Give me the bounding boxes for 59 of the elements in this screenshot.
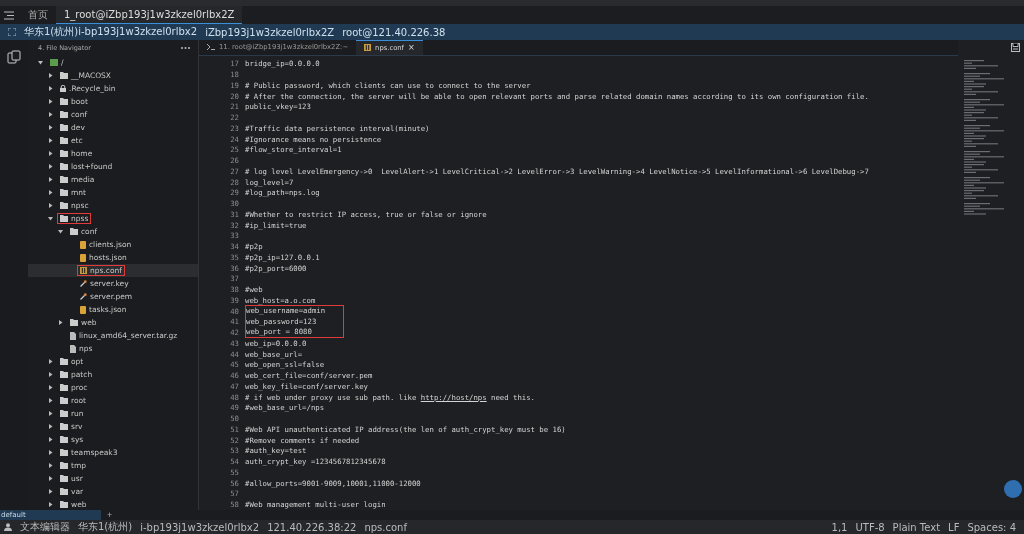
expand-arrow-icon[interactable]	[48, 411, 53, 416]
status-item: 文本编辑器	[20, 520, 70, 534]
expand-arrow-icon[interactable]	[48, 86, 53, 91]
expand-arrow-icon[interactable]	[48, 190, 53, 195]
expand-arrow-icon[interactable]	[48, 502, 53, 507]
breadcrumb-item: 华东1(杭州)i-bp193j1w3zkzel0rlbx2	[24, 25, 198, 39]
expand-arrow-icon[interactable]	[48, 177, 53, 182]
expand-arrow-icon[interactable]	[48, 125, 53, 130]
status-item[interactable]: Plain Text	[892, 521, 941, 533]
user-icon	[4, 523, 12, 531]
expand-arrow-icon[interactable]	[48, 424, 53, 429]
file-icon	[364, 44, 372, 52]
expand-arrow-icon[interactable]	[48, 385, 53, 390]
files-icon[interactable]	[7, 50, 21, 64]
breadcrumb-item: root@121.40.226.38	[342, 26, 446, 38]
expand-arrow-icon[interactable]	[48, 164, 53, 169]
expand-arrow-icon[interactable]	[58, 320, 63, 325]
status-item: 华东1(杭州)	[78, 520, 133, 534]
expand-arrow-icon[interactable]	[58, 229, 63, 234]
breadcrumb-item: iZbp193j1w3zkzel0rlbx2Z	[205, 26, 335, 38]
key-icon	[80, 280, 87, 287]
expand-arrow-icon[interactable]	[48, 151, 53, 156]
expand-arrow-icon[interactable]	[48, 437, 53, 442]
status-item: 121.40.226.38:22	[267, 521, 357, 533]
folder-icon	[70, 319, 78, 326]
window-tab[interactable]: 首页	[20, 6, 56, 24]
status-item[interactable]: LF	[948, 521, 960, 533]
expand-icon[interactable]	[8, 28, 16, 36]
expand-arrow-icon[interactable]	[48, 138, 53, 143]
expand-arrow-icon[interactable]	[48, 372, 53, 377]
folder-icon	[60, 72, 68, 79]
status-item: nps.conf	[364, 521, 407, 533]
expand-arrow-icon[interactable]	[48, 203, 53, 208]
status-item[interactable]: Spaces: 4	[967, 521, 1016, 533]
status-item[interactable]: UTF-8	[855, 521, 885, 533]
expand-arrow-icon[interactable]	[48, 476, 53, 481]
feedback-button[interactable]	[1004, 480, 1022, 498]
status-item[interactable]: 1,1	[831, 521, 848, 533]
expand-arrow-icon[interactable]	[48, 463, 53, 468]
expand-arrow-icon[interactable]	[48, 112, 53, 117]
expand-arrow-icon[interactable]	[48, 489, 53, 494]
add-button[interactable]: +	[101, 510, 119, 520]
expand-arrow-icon[interactable]	[48, 398, 53, 403]
terminal-icon	[207, 44, 215, 51]
lock-icon	[60, 85, 66, 92]
save-icon[interactable]	[1011, 43, 1020, 52]
file-icon	[80, 267, 87, 274]
status-item: i-bp193j1w3zkzel0rlbx2	[140, 521, 260, 533]
expand-arrow-icon[interactable]	[48, 99, 53, 104]
expand-arrow-icon[interactable]	[48, 73, 53, 78]
expand-arrow-icon[interactable]	[48, 359, 53, 364]
drive-icon	[50, 59, 58, 66]
key-icon	[80, 293, 87, 300]
expand-arrow-icon[interactable]	[48, 216, 53, 221]
menu-icon[interactable]	[4, 10, 14, 20]
expand-arrow-icon[interactable]	[38, 60, 43, 65]
window-tab[interactable]: 1_root@iZbp193j1w3zkzel0rlbx2Z	[56, 6, 243, 24]
file-icon	[80, 305, 86, 314]
expand-arrow-icon[interactable]	[48, 450, 53, 455]
